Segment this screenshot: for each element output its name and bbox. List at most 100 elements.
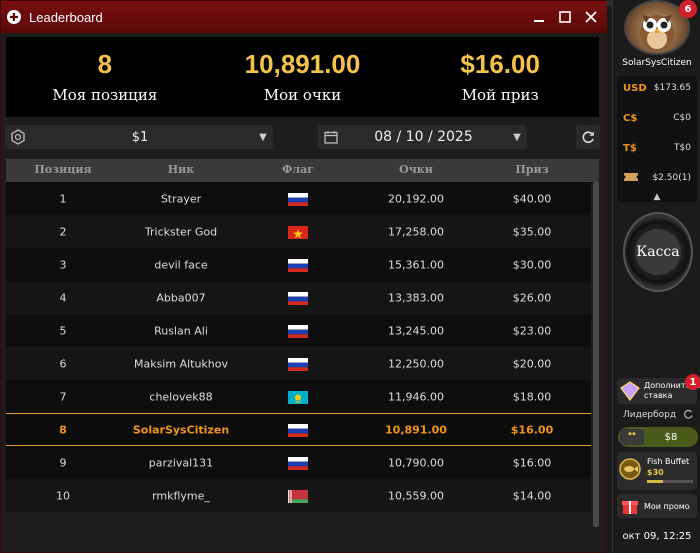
currency-amount: $173.65 [653, 83, 691, 93]
fish-buffet-progress-fill [647, 480, 664, 483]
flag-ru-icon [288, 423, 308, 437]
stake-select[interactable]: $1 ▼ [5, 125, 273, 149]
balance-cad: C$ C$0 [617, 108, 697, 128]
table-row[interactable]: 1 Strayer 20,192.00 $40.00 [6, 182, 591, 215]
balances-panel[interactable]: USD $173.65 C$ C$0 T$ T$0 $2.50(1) [617, 76, 697, 202]
cell-prize: $16.00 [510, 423, 554, 436]
cell-prize: $18.00 [512, 390, 552, 403]
cell-pos: 6 [59, 357, 67, 370]
date-select[interactable]: 08 / 10 / 2025 ▼ [318, 125, 527, 149]
flag-ru-icon [288, 456, 308, 470]
cell-prize: $23.00 [512, 324, 552, 337]
table-scrollbar[interactable] [593, 182, 599, 527]
cell-points: 17,258.00 [388, 225, 444, 238]
fish-buffet-value: $30 [647, 468, 664, 477]
my-prize-label: Мой приз [461, 86, 539, 104]
my-position-label: Моя позиция [52, 86, 158, 104]
minimize-button[interactable] [529, 7, 549, 27]
table-row[interactable]: 9 parzival131 10,790.00 $16.00 [6, 446, 591, 479]
refresh-icon[interactable] [683, 409, 693, 422]
cell-points: 13,245.00 [388, 324, 444, 337]
table-row[interactable]: 2 Trickster God 17,258.00 $35.00 [6, 215, 591, 248]
flag-ru-icon [288, 192, 308, 206]
chevron-down-icon: ▼ [259, 131, 267, 143]
cell-nick: rmkflyme_ [152, 489, 210, 502]
my-position: 8 Моя позиция [6, 37, 204, 117]
cell-nick: Trickster God [144, 225, 218, 238]
cell-prize: $14.00 [512, 489, 552, 502]
leaderboard-label: Лидерборд [623, 410, 677, 420]
window-title: Leaderboard [29, 9, 103, 25]
header-prize: Приз [515, 163, 549, 176]
cell-pos: 10 [56, 489, 70, 502]
maximize-icon [559, 11, 571, 23]
balance-usd: USD $173.65 [617, 78, 697, 98]
notification-badge[interactable]: 6 [679, 0, 697, 18]
cell-pos: 9 [59, 456, 67, 469]
flag-ru-icon [288, 291, 308, 305]
cell-pos: 1 [59, 192, 67, 205]
calendar-icon [322, 128, 340, 146]
cell-points: 11,946.00 [388, 390, 444, 403]
table-row-current-user[interactable]: 8 SolarSysCitizen 10,891.00 $16.00 [6, 413, 591, 446]
currency-amount: T$0 [674, 143, 691, 153]
fish-buffet-label: Fish Buffet [647, 457, 690, 466]
table-row[interactable]: 7 chelovek88 11,946.00 $18.00 [6, 380, 591, 413]
leaderboard-table[interactable]: 1 Strayer 20,192.00 $40.00 2 Trickster God 17,… [6, 182, 591, 532]
leaderboard-window: ✚ Leaderboard 8 Моя позиция 10,891.00 Мо… [0, 0, 607, 553]
chevron-up-icon[interactable]: ▲ [613, 192, 700, 202]
cell-nick: Strayer [160, 192, 202, 205]
flag-kz-icon [288, 390, 308, 404]
leaderboard-row[interactable]: Лидерборд [617, 408, 697, 422]
gem-icon [619, 380, 641, 402]
date-value: 08 / 10 / 2025 [374, 129, 473, 145]
flag-ru-icon [288, 324, 308, 338]
close-button[interactable] [581, 7, 601, 27]
cell-points: 12,250.00 [388, 357, 444, 370]
cell-points: 10,891.00 [385, 423, 447, 436]
cashier-button[interactable]: Касса [623, 212, 693, 292]
refresh-button[interactable] [576, 125, 600, 149]
my-points-value: 10,891.00 [244, 49, 361, 79]
cell-points: 13,383.00 [388, 291, 444, 304]
cell-nick: devil face [154, 258, 208, 271]
flag-vn-icon [288, 225, 308, 239]
cell-prize: $26.00 [512, 291, 552, 304]
stake-value: $1 [131, 129, 149, 145]
table-row[interactable]: 6 Maksim Altukhov 12,250.00 $20.00 [6, 347, 591, 380]
balance-tickets: $2.50(1) [617, 168, 697, 188]
leaderboard-prize[interactable]: ◆◆ $8 [618, 427, 698, 447]
cell-points: 10,559.00 [388, 489, 444, 502]
fish-buffet-button[interactable]: Fish Buffet $30 [617, 452, 697, 490]
header-flag: Флаг [281, 163, 315, 176]
flag-ru-icon [288, 258, 308, 272]
cell-nick: Maksim Altukhov [133, 357, 229, 370]
table-row[interactable]: 5 Ruslan Ali 13,245.00 $23.00 [6, 314, 591, 347]
table-row[interactable]: 10 rmkflyme_ 10,559.00 $14.00 [6, 479, 591, 512]
fish-buffet-icon [619, 458, 641, 480]
cell-pos: 5 [59, 324, 67, 337]
clock: окт 09, 12:25 [622, 531, 692, 542]
fish-buffet-progress [647, 480, 693, 483]
cell-pos: 4 [59, 291, 67, 304]
cashier-label: Касса [636, 244, 680, 260]
table-row[interactable]: 3 devil face 15,361.00 $30.00 [6, 248, 591, 281]
cell-nick: Ruslan Ali [154, 324, 208, 337]
cell-nick: chelovek88 [149, 390, 213, 403]
my-promo-button[interactable]: Мои промо [617, 494, 697, 518]
gift-icon [619, 495, 641, 517]
flag-ru-icon [288, 357, 308, 371]
header-points: Очки [399, 163, 433, 176]
cell-nick: parzival131 [148, 456, 214, 469]
balance-tournament: T$ T$0 [617, 138, 697, 158]
title-bar[interactable]: ✚ Leaderboard [1, 1, 607, 33]
flag-by-icon [288, 489, 308, 503]
scrollbar-thumb[interactable] [593, 182, 599, 527]
table-row[interactable]: 4 Abba007 13,383.00 $26.00 [6, 281, 591, 314]
currency-label: C$ [623, 112, 638, 124]
maximize-button[interactable] [555, 7, 575, 27]
cell-prize: $16.00 [512, 456, 552, 469]
cell-prize: $20.00 [512, 357, 552, 370]
currency-label: T$ [623, 142, 637, 154]
cell-pos: 3 [59, 258, 67, 271]
